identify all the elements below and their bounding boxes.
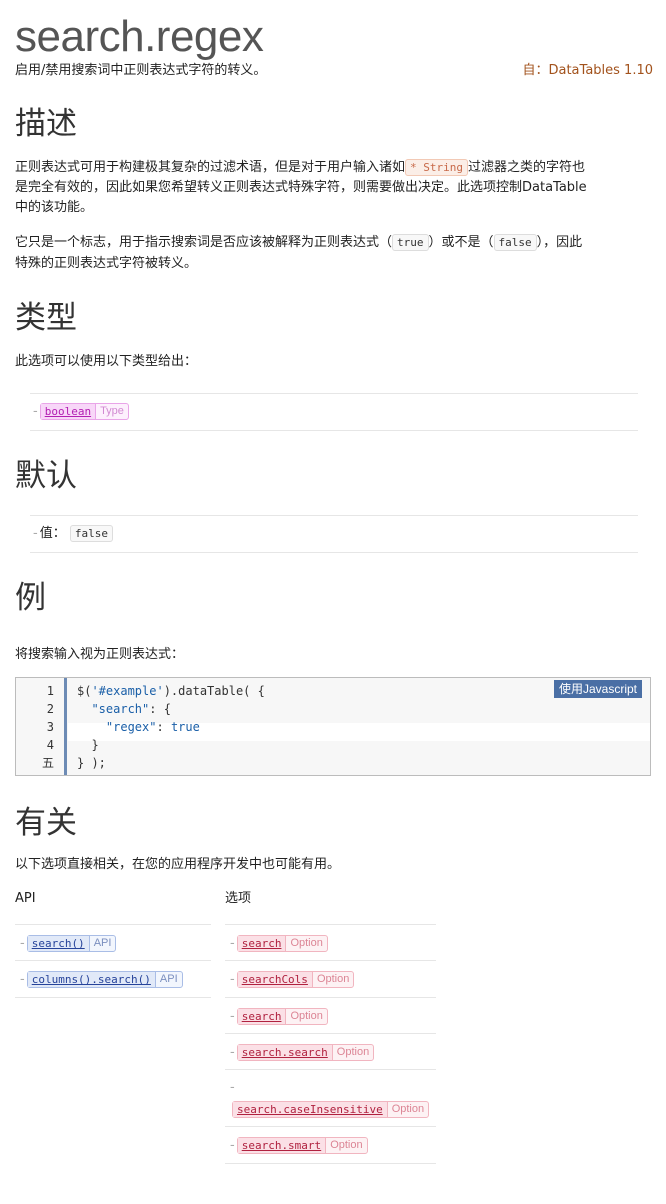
list-item: - columns().search() API [15,960,211,998]
type-list: - boolean Type [30,393,638,431]
description-paragraph-2-line-2: 特殊的正则表达式字符被转义。 [15,256,198,271]
list-item: - search.caseInsensitive Option [225,1069,436,1127]
boolean-type-tag[interactable]: boolean Type [39,403,129,420]
description-paragraph-1: 正则表达式可用于构建极其复杂的过滤术语，但是对于用户输入诸如 * String 过滤… [15,159,586,176]
default-value: false [69,525,113,542]
true-code: true [392,234,429,251]
related-intro: 以下选项直接相关，在您的应用程序开发中也可能有用。 [15,857,341,872]
description-paragraph-2: 它只是一个标志，用于指示搜索词是否应该被解释为正则表达式（ true ）或不是（ fa… [15,234,583,251]
option-tag[interactable]: search Option [236,1008,328,1025]
related-heading: 有关 [15,805,77,840]
list-item: - search.search Option [225,1033,436,1070]
list-item: - search() API [15,924,211,961]
default-value-label: 值： [39,526,66,541]
page-title: search.regex [15,12,264,61]
type-heading: 类型 [15,300,77,335]
description-heading: 描述 [15,106,77,141]
code-example: 1 $('#example').dataTable( { 2 "search": … [15,677,651,776]
list-item: - boolean Type [33,402,129,422]
false-code: false [493,234,537,251]
list-item: - 值： false [33,524,113,544]
list-item: - search Option [225,924,436,961]
option-tag[interactable]: search.caseInsensitive Option [232,1101,430,1118]
option-tag[interactable]: searchCols Option [236,971,355,988]
api-tag[interactable]: search() API [26,935,117,952]
default-list: - 值： false [30,515,638,553]
default-heading: 默认 [15,458,77,493]
description-paragraph-1-line-3: 中的该功能。 [15,200,94,215]
since-version: 自：DataTables 1.10 [522,63,653,78]
list-item: - search.smart Option [225,1126,436,1164]
api-column-label: API [15,891,36,906]
example-heading: 例 [15,580,46,615]
option-tag[interactable]: search.search Option [236,1044,375,1061]
list-item: - searchCols Option [225,960,436,998]
string-type-code: * String [405,159,469,176]
description-paragraph-1-line-2: 是完全有效的，因此如果您希望转义正则表达式特殊字符，则需要做出决定。此选项控制D… [15,180,587,195]
option-column-label: 选项 [225,891,252,906]
option-tag[interactable]: search.smart Option [236,1137,368,1154]
list-item: - search Option [225,997,436,1034]
api-tag[interactable]: columns().search() API [26,971,183,988]
use-javascript-badge[interactable]: 使用Javascript [553,680,642,698]
type-intro: 此选项可以使用以下类型给出： [15,354,198,369]
example-intro: 将搜索输入视为正则表达式： [15,647,185,662]
page-subtitle: 启用/禁用搜索词中正则表达式字符的转义。 [15,63,267,78]
option-tag[interactable]: search Option [236,935,328,952]
